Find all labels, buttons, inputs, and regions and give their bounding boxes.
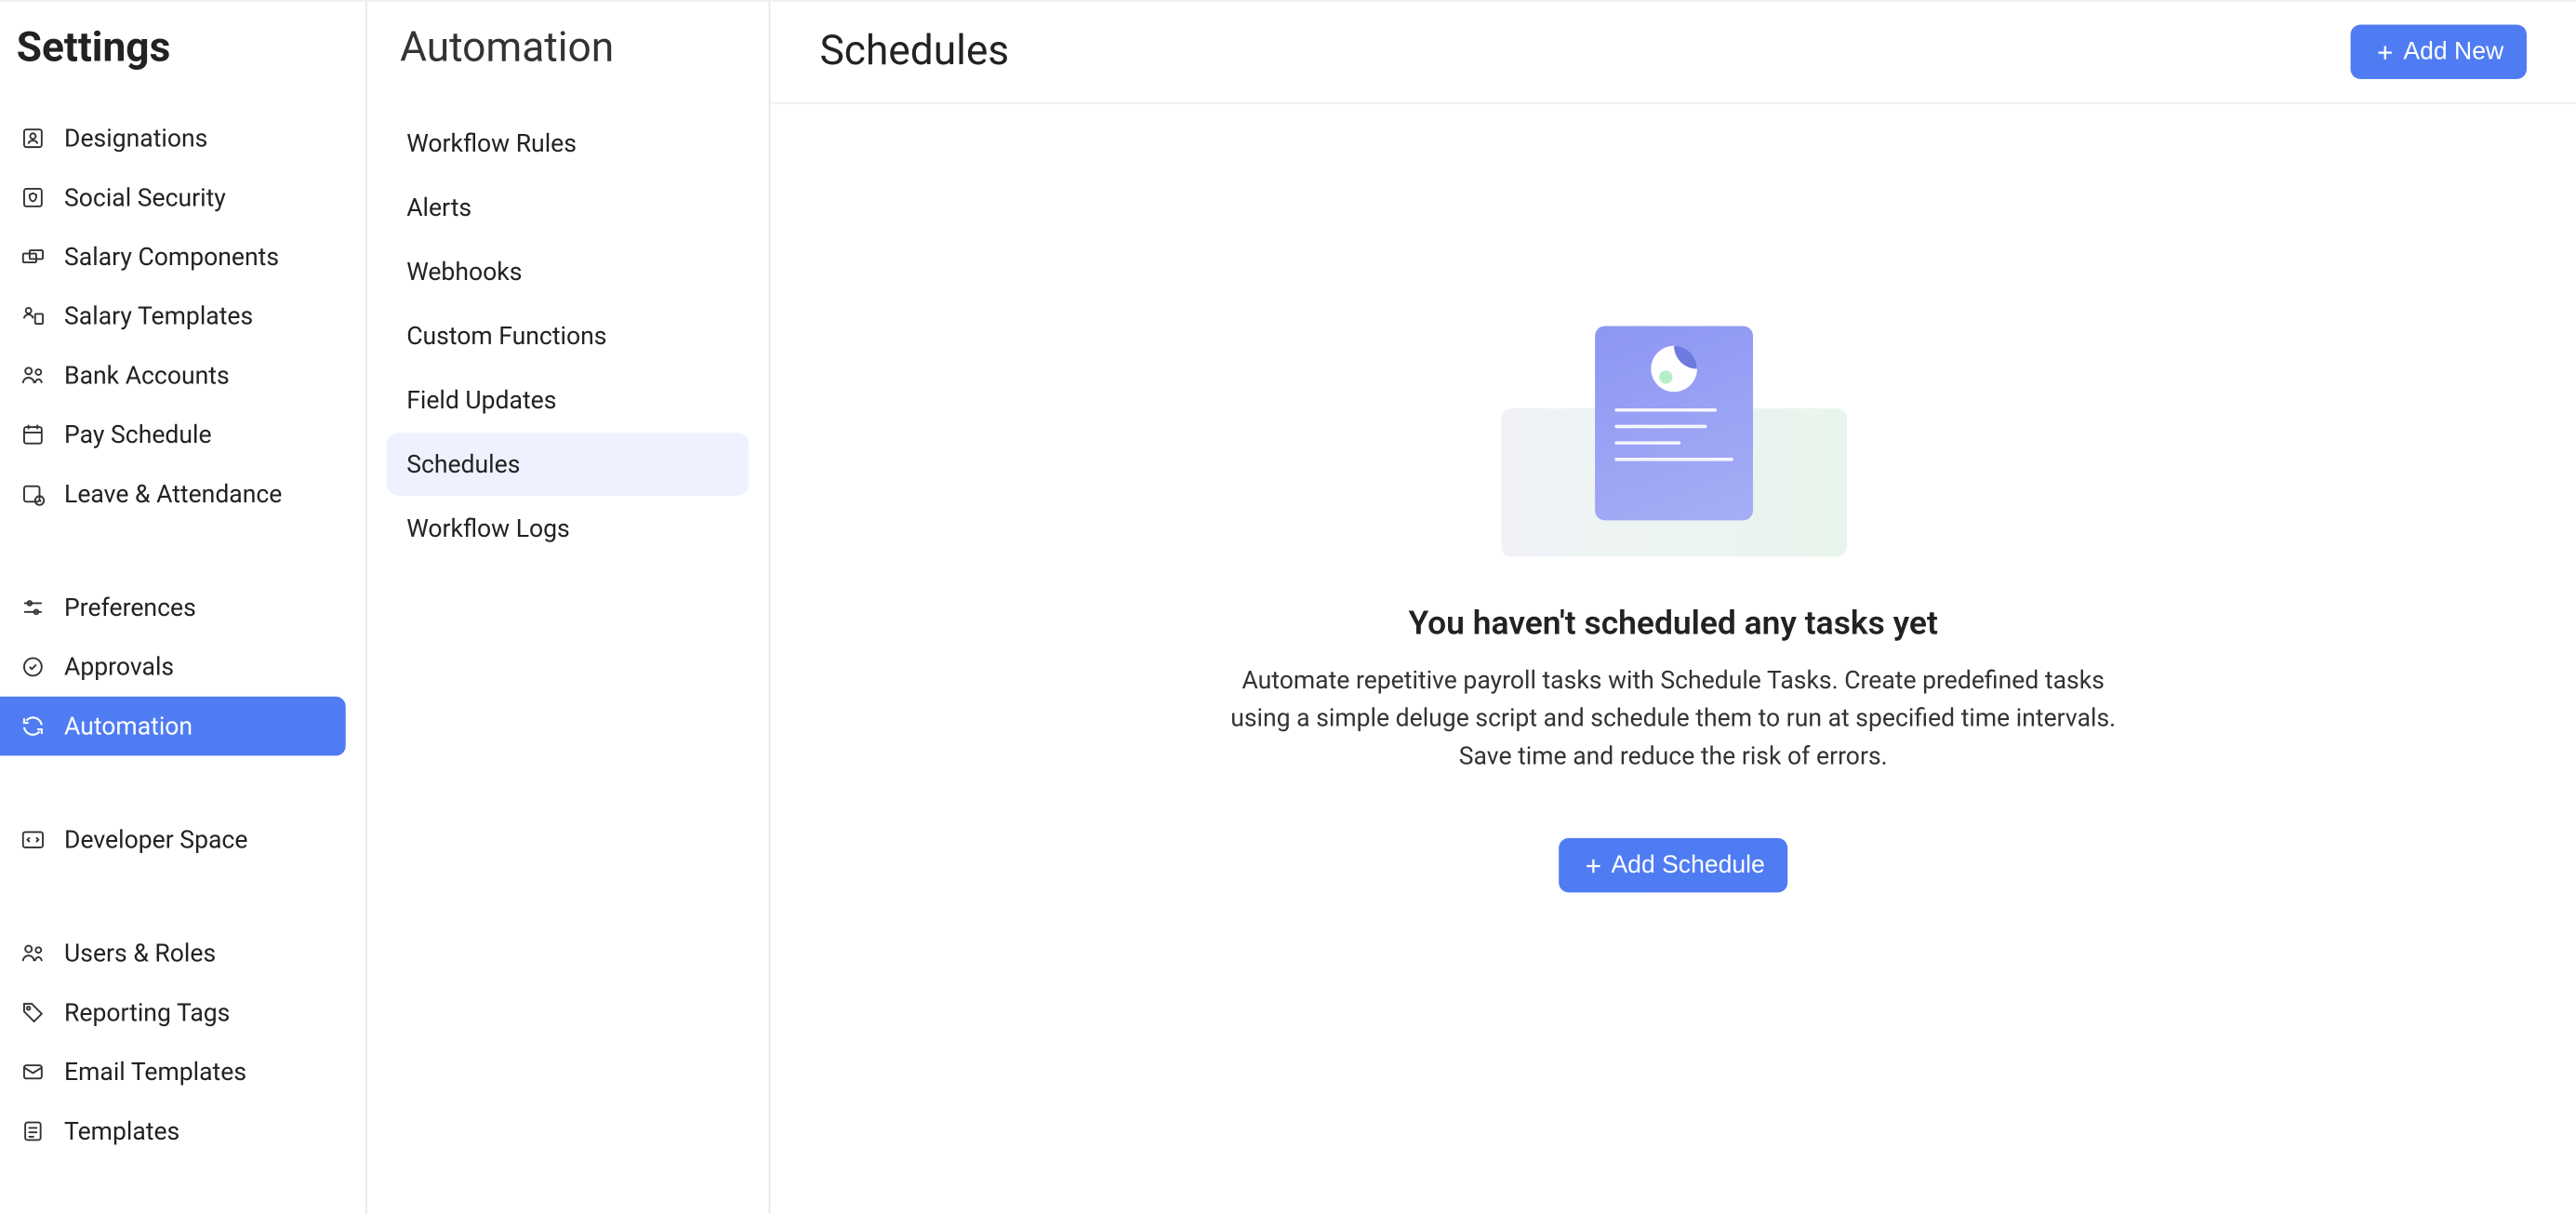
- settings-sidebar: Settings Designations Social Security Sa…: [0, 2, 367, 1214]
- calendar-icon: [20, 421, 46, 447]
- sidebar-item-bank-accounts[interactable]: Bank Accounts: [0, 346, 365, 406]
- mail-icon: [20, 1059, 46, 1085]
- add-new-button[interactable]: Add New: [2351, 25, 2527, 79]
- sidebar-item-label: Salary Components: [64, 242, 279, 272]
- page-title: Schedules: [819, 28, 1009, 75]
- sidebar-item-label: Preferences: [64, 593, 196, 622]
- automation-title: Automation: [387, 25, 749, 73]
- sidebar-item-label: Reporting Tags: [64, 998, 230, 1028]
- main-header: Schedules Add New: [770, 2, 2576, 104]
- sidebar-item-leave-attendance[interactable]: Leave & Attendance: [0, 464, 365, 524]
- id-card-icon: [20, 126, 46, 152]
- subnav-item-custom-functions[interactable]: Custom Functions: [387, 304, 749, 367]
- shield-card-icon: [20, 184, 46, 210]
- users-icon: [20, 941, 46, 967]
- add-new-label: Add New: [2403, 38, 2503, 66]
- sidebar-group-2: Preferences Approvals Automation: [0, 578, 365, 755]
- sidebar-item-preferences[interactable]: Preferences: [0, 578, 365, 637]
- subnav-item-workflow-logs[interactable]: Workflow Logs: [387, 498, 749, 560]
- plus-icon: [2374, 40, 2397, 63]
- subnav-item-label: Field Updates: [406, 385, 556, 415]
- sidebar-item-label: Users & Roles: [64, 939, 216, 968]
- sidebar-item-label: Leave & Attendance: [64, 479, 282, 509]
- sidebar-item-users-roles[interactable]: Users & Roles: [0, 924, 365, 983]
- subnav-item-field-updates[interactable]: Field Updates: [387, 368, 749, 431]
- sidebar-item-label: Developer Space: [64, 825, 247, 855]
- sidebar-item-approvals[interactable]: Approvals: [0, 637, 365, 697]
- add-schedule-button[interactable]: Add Schedule: [1559, 839, 1788, 893]
- sidebar-item-automation[interactable]: Automation: [0, 697, 346, 756]
- file-icon: [20, 1118, 46, 1144]
- code-icon: [20, 827, 46, 853]
- sidebar-item-developer-space[interactable]: Developer Space: [0, 810, 365, 870]
- sidebar-group-4: Users & Roles Reporting Tags Email Templ…: [0, 924, 365, 1161]
- subnav-item-label: Schedules: [406, 449, 520, 479]
- tag-icon: [20, 999, 46, 1025]
- subnav-item-schedules[interactable]: Schedules: [387, 434, 749, 496]
- user-doc-icon: [20, 303, 46, 329]
- add-schedule-label: Add Schedule: [1611, 852, 1764, 880]
- subnav-item-webhooks[interactable]: Webhooks: [387, 240, 749, 302]
- sidebar-item-salary-components[interactable]: Salary Components: [0, 227, 365, 287]
- money-stack-icon: [20, 244, 46, 270]
- subnav-item-label: Alerts: [406, 193, 471, 222]
- people-icon: [20, 362, 46, 388]
- sidebar-group-1: Designations Social Security Salary Comp…: [0, 109, 365, 524]
- empty-state-description: Automate repetitive payroll tasks with S…: [1220, 661, 2126, 776]
- sidebar-item-label: Approvals: [64, 652, 174, 682]
- sidebar-item-label: Pay Schedule: [64, 420, 212, 449]
- sidebar-item-designations[interactable]: Designations: [0, 109, 365, 168]
- empty-state-illustration: [1500, 326, 1846, 556]
- subnav-item-alerts[interactable]: Alerts: [387, 176, 749, 238]
- sidebar-item-social-security[interactable]: Social Security: [0, 168, 365, 228]
- sidebar-item-reporting-tags[interactable]: Reporting Tags: [0, 983, 365, 1043]
- subnav-item-workflow-rules[interactable]: Workflow Rules: [387, 112, 749, 174]
- sidebar-item-label: Email Templates: [64, 1057, 246, 1087]
- sidebar-item-templates[interactable]: Templates: [0, 1101, 365, 1161]
- plus-icon: [1582, 854, 1605, 877]
- subnav-item-label: Custom Functions: [406, 321, 606, 351]
- settings-title: Settings: [0, 25, 365, 73]
- sidebar-item-label: Bank Accounts: [64, 361, 230, 391]
- automation-sidebar: Automation Workflow Rules Alerts Webhook…: [367, 2, 771, 1214]
- sliders-icon: [20, 594, 46, 620]
- subnav-item-label: Workflow Rules: [406, 128, 577, 158]
- sidebar-item-label: Automation: [64, 712, 193, 741]
- sidebar-item-label: Templates: [64, 1116, 179, 1146]
- sidebar-item-email-templates[interactable]: Email Templates: [0, 1042, 365, 1101]
- sidebar-item-label: Salary Templates: [64, 301, 253, 331]
- sidebar-item-label: Designations: [64, 124, 207, 153]
- calendar-clock-icon: [20, 481, 46, 507]
- refresh-icon: [20, 713, 46, 739]
- sidebar-item-label: Social Security: [64, 182, 226, 212]
- sidebar-item-salary-templates[interactable]: Salary Templates: [0, 287, 365, 346]
- subnav-item-label: Webhooks: [406, 257, 522, 287]
- empty-state-title: You haven't scheduled any tasks yet: [1409, 602, 1938, 641]
- sidebar-group-3: Developer Space: [0, 810, 365, 870]
- subnav-item-label: Workflow Logs: [406, 514, 570, 543]
- main-content: Schedules Add New You haven't scheduled …: [770, 2, 2576, 1214]
- check-circle-icon: [20, 654, 46, 680]
- sidebar-item-pay-schedule[interactable]: Pay Schedule: [0, 405, 365, 464]
- empty-state: You haven't scheduled any tasks yet Auto…: [770, 104, 2576, 1214]
